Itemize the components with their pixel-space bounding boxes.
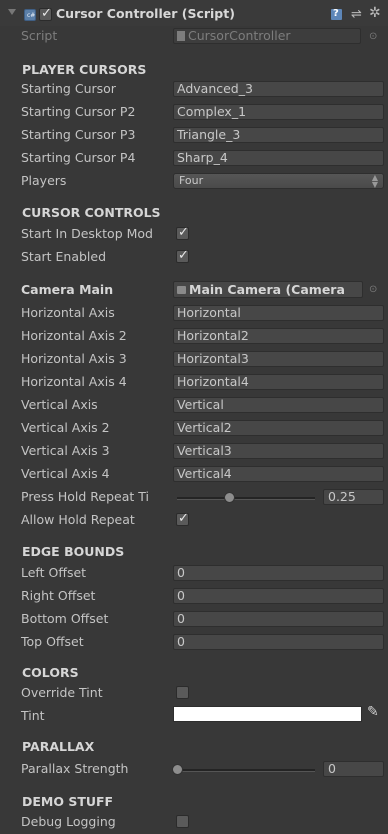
override-tint-checkbox[interactable]	[176, 686, 189, 699]
parallax-slider-track[interactable]	[177, 769, 315, 772]
horizontal-axis-4-field[interactable]: Horizontal4	[173, 374, 384, 390]
eyedropper-icon[interactable]: ✎	[367, 704, 379, 720]
camera-main-label: Camera Main	[21, 282, 114, 297]
horizontal-axis-label: Horizontal Axis	[21, 305, 115, 320]
horizontal-axis-2-field[interactable]: Horizontal2	[173, 328, 384, 344]
left-offset-field[interactable]: 0	[173, 565, 384, 581]
debug-logging-checkbox[interactable]	[176, 815, 189, 828]
players-value: Four	[179, 174, 204, 187]
parallax-slider-thumb[interactable]	[172, 764, 183, 775]
starting-cursor-p4-field[interactable]: Sharp_4	[173, 150, 384, 166]
camera-icon	[177, 286, 186, 294]
press-hold-slider-track[interactable]	[177, 497, 315, 500]
section-parallax: PARALLAX	[22, 739, 95, 754]
parallax-value-field[interactable]: 0	[323, 761, 384, 777]
horizontal-axis-field[interactable]: Horizontal	[173, 305, 384, 321]
press-hold-value-field[interactable]: 0.25	[323, 489, 384, 505]
file-icon	[177, 31, 185, 41]
vertical-axis-4-label: Vertical Axis 4	[21, 466, 110, 481]
script-label: Script	[21, 28, 58, 43]
object-picker-icon: ⊙	[369, 31, 378, 42]
press-hold-label: Press Hold Repeat Ti	[21, 489, 149, 504]
script-field[interactable]: CursorController	[173, 28, 361, 44]
camera-main-field[interactable]: Main Camera (Camera	[173, 281, 363, 298]
allow-hold-checkbox[interactable]: ✓	[176, 511, 189, 526]
starting-cursor-p3-field[interactable]: Triangle_3	[173, 127, 384, 143]
section-edge-bounds: EDGE BOUNDS	[22, 544, 125, 559]
left-offset-label: Left Offset	[21, 565, 87, 580]
cs-script-icon: c#	[24, 9, 36, 21]
vertical-axis-2-label: Vertical Axis 2	[21, 420, 110, 435]
starting-cursor-p3-label: Starting Cursor P3	[21, 127, 136, 142]
script-value: CursorController	[188, 28, 291, 43]
horizontal-axis-3-label: Horizontal Axis 3	[21, 351, 127, 366]
vertical-axis-3-label: Vertical Axis 3	[21, 443, 110, 458]
vertical-axis-4-field[interactable]: Vertical4	[173, 466, 384, 482]
starting-cursor-label: Starting Cursor	[21, 81, 116, 96]
section-player-cursors: PLAYER CURSORS	[22, 62, 147, 77]
start-enabled-label: Start Enabled	[21, 249, 107, 264]
top-offset-field[interactable]: 0	[173, 634, 384, 650]
foldout-arrow-icon[interactable]	[8, 9, 16, 15]
object-picker-icon[interactable]: ⊙	[369, 284, 377, 295]
camera-main-value: Main Camera (Camera	[189, 282, 345, 297]
help-book-icon[interactable]: ?	[331, 8, 342, 20]
parallax-strength-label: Parallax Strength	[21, 761, 129, 776]
vertical-axis-3-field[interactable]: Vertical3	[173, 443, 384, 459]
start-desktop-label: Start In Desktop Mod	[21, 226, 153, 241]
vertical-axis-2-field[interactable]: Vertical2	[173, 420, 384, 436]
right-offset-field[interactable]: 0	[173, 588, 384, 604]
bottom-offset-label: Bottom Offset	[21, 611, 109, 626]
allow-hold-label: Allow Hold Repeat	[21, 512, 135, 527]
vertical-axis-field[interactable]: Vertical	[173, 397, 384, 413]
horizontal-axis-2-label: Horizontal Axis 2	[21, 328, 127, 343]
players-label: Players	[21, 173, 67, 188]
top-offset-label: Top Offset	[21, 634, 84, 649]
section-cursor-controls: CURSOR CONTROLS	[22, 205, 161, 220]
component-header: c# ✓ Cursor Controller (Script) ? ⇌ ✲	[0, 0, 388, 26]
starting-cursor-field[interactable]: Advanced_3	[173, 81, 384, 97]
start-desktop-checkbox[interactable]: ✓	[176, 225, 189, 240]
vertical-axis-label: Vertical Axis	[21, 397, 98, 412]
start-enabled-checkbox[interactable]: ✓	[176, 248, 189, 263]
horizontal-axis-4-label: Horizontal Axis 4	[21, 374, 127, 389]
debug-logging-label: Debug Logging	[21, 814, 116, 829]
starting-cursor-p2-field[interactable]: Complex_1	[173, 104, 384, 120]
gear-icon[interactable]: ✲	[369, 5, 381, 21]
horizontal-axis-3-field[interactable]: Horizontal3	[173, 351, 384, 367]
players-dropdown[interactable]: Four ▲ ▼	[173, 173, 384, 189]
dropdown-arrows-icon: ▲ ▼	[371, 173, 378, 189]
press-hold-slider-thumb[interactable]	[224, 492, 236, 503]
component-title: Cursor Controller (Script)	[56, 6, 235, 21]
sliders-icon[interactable]: ⇌	[351, 7, 362, 22]
tint-color-field[interactable]	[173, 706, 362, 722]
section-demo-stuff: DEMO STUFF	[22, 794, 114, 809]
component-enabled-checkbox[interactable]: ✓	[39, 6, 52, 21]
starting-cursor-p4-label: Starting Cursor P4	[21, 150, 136, 165]
bottom-offset-field[interactable]: 0	[173, 611, 384, 627]
section-colors: COLORS	[22, 665, 79, 680]
right-offset-label: Right Offset	[21, 588, 96, 603]
tint-label: Tint	[21, 708, 45, 723]
override-tint-label: Override Tint	[21, 685, 103, 700]
starting-cursor-p2-label: Starting Cursor P2	[21, 104, 136, 119]
